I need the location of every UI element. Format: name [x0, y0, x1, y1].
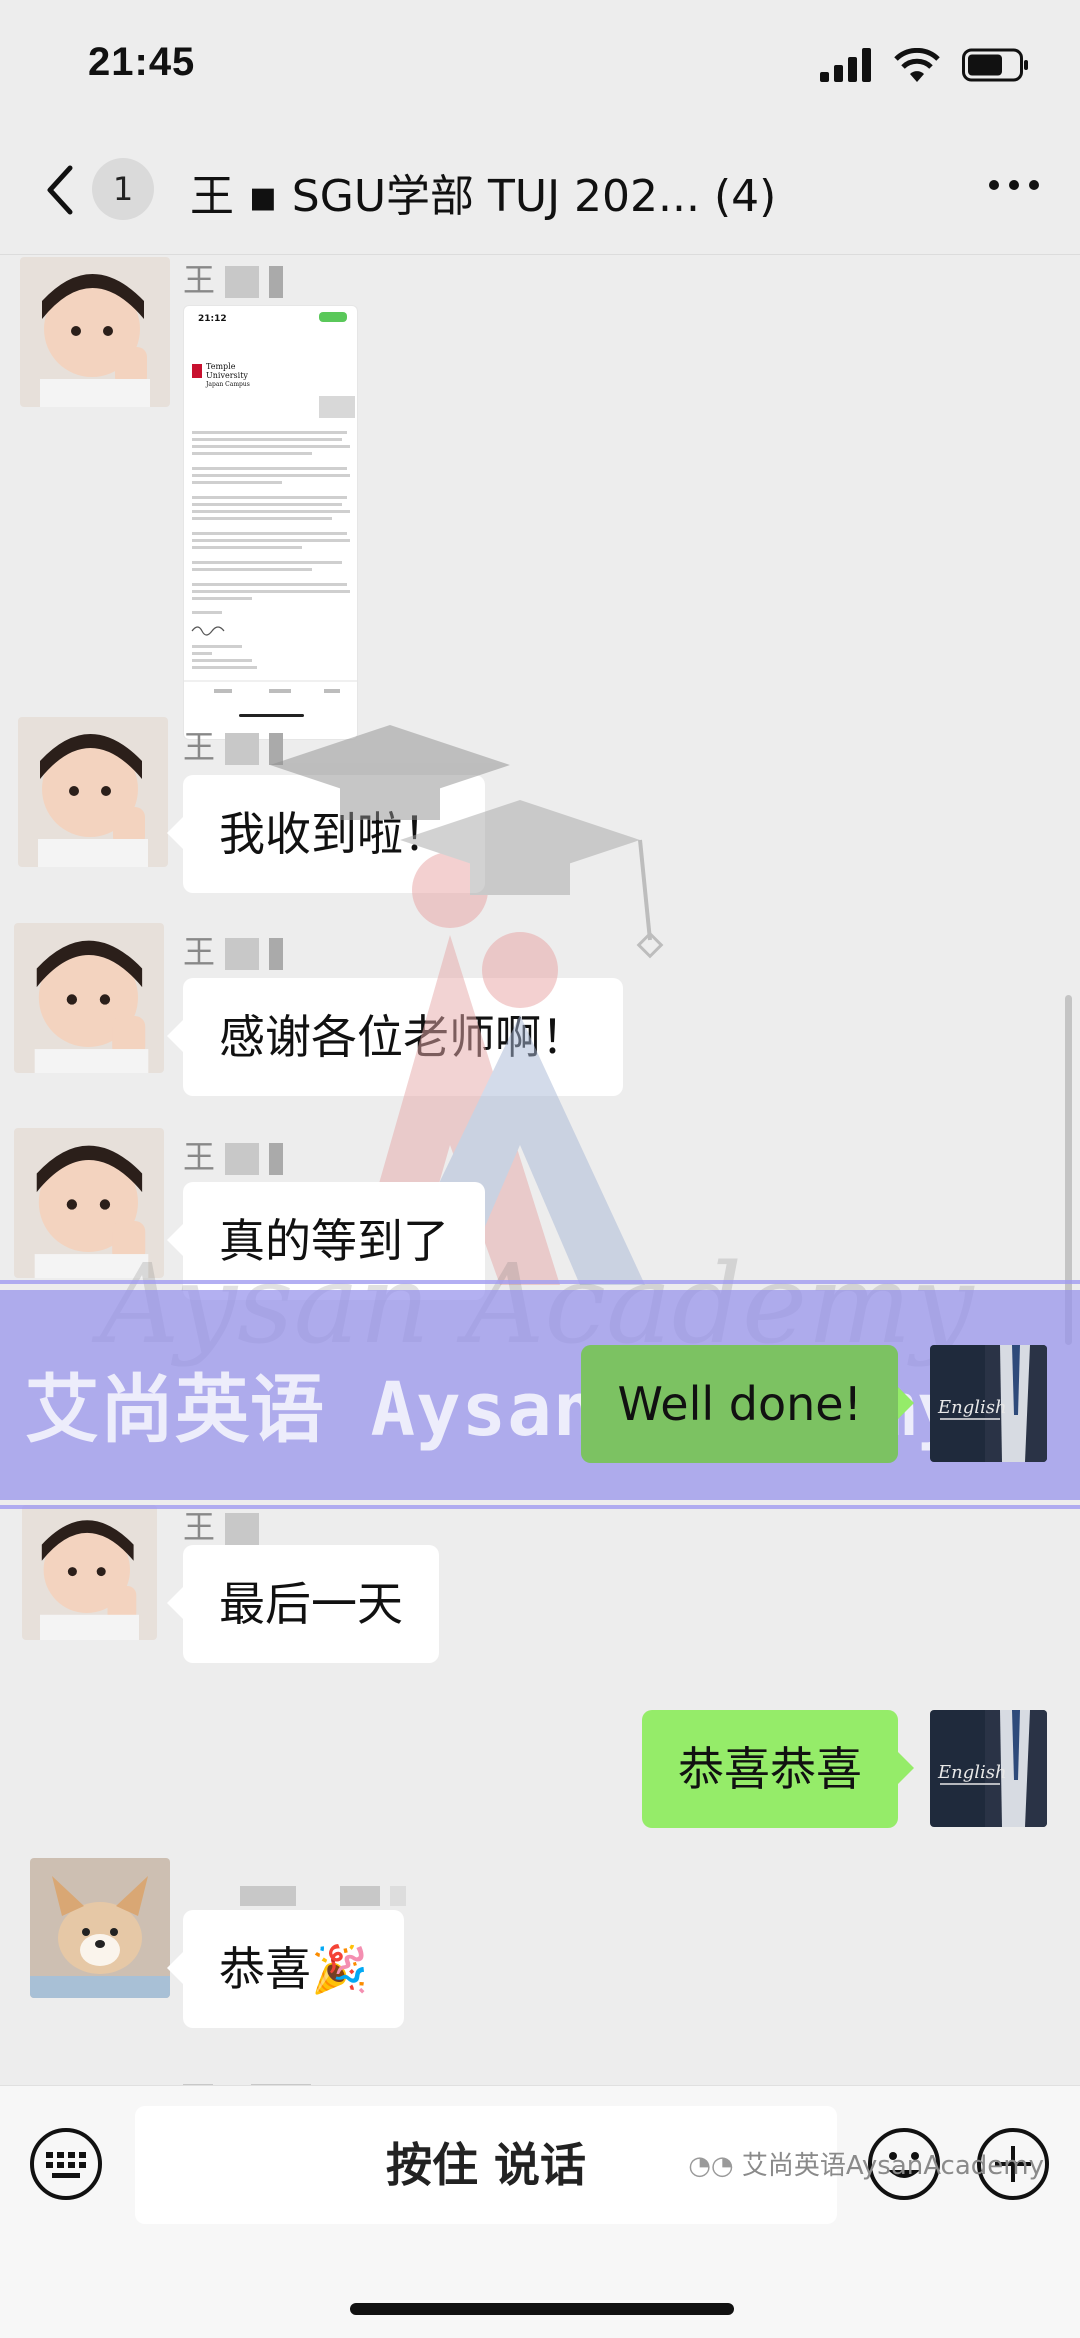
input-bar: 按住 说话 — [0, 2085, 1080, 2338]
svg-text:English: English — [937, 1762, 1007, 1783]
status-icons — [820, 48, 1030, 82]
wechat-icon: ◔◔ — [688, 2151, 742, 2181]
sender-name: 王 — [183, 722, 284, 768]
child-avatar-icon — [14, 923, 164, 1073]
avatar[interactable] — [20, 257, 170, 407]
message-bubble[interactable]: 最后一天 — [167, 1545, 439, 1663]
avatar-overlay[interactable]: English — [930, 1345, 1047, 1462]
child-avatar-icon — [20, 257, 170, 407]
source-watermark: ◔◔ 艾尚英语AysanAcademy — [688, 2151, 1044, 2181]
status-time: 21:45 — [88, 40, 196, 84]
image-message[interactable]: 21:12 Temple University Japan Campus — [183, 305, 358, 740]
home-indicator[interactable] — [350, 2303, 734, 2315]
child-avatar-icon — [22, 1505, 157, 1640]
message-bubble-overlay[interactable]: Well done! — [581, 1345, 914, 1463]
chat-title: 王 ▪ SGU学部 TUJ 202... (4) — [190, 171, 777, 222]
status-bar: 21:45 — [0, 0, 1080, 130]
child-avatar-icon — [18, 717, 168, 867]
avatar[interactable] — [22, 1505, 157, 1640]
sender-name: 王 — [183, 255, 284, 301]
more-icon[interactable] — [984, 170, 1044, 200]
english-chalk-avatar-icon: English — [930, 1710, 1047, 1827]
signal-icon — [820, 48, 871, 82]
back-icon[interactable] — [38, 160, 88, 220]
battery-icon — [962, 48, 1028, 82]
avatar[interactable] — [30, 1858, 170, 1998]
unread-count-badge[interactable]: 1 — [92, 158, 154, 220]
keyboard-icon[interactable] — [28, 2126, 104, 2202]
sender-name — [240, 1875, 407, 1913]
preview-time: 21:12 — [198, 314, 227, 324]
sender-name: 王 — [183, 927, 284, 973]
temple-logo-icon — [192, 364, 202, 378]
nav-bar: 1 王 ▪ SGU学部 TUJ 202... (4) — [0, 130, 1080, 255]
message-list[interactable]: 王 21:12 Temple University Japan Campus 王… — [0, 255, 1080, 2085]
sender-name — [183, 2070, 312, 2085]
avatar[interactable]: English — [930, 1710, 1047, 1827]
avatar[interactable] — [18, 717, 168, 867]
letter-text-lines — [184, 431, 357, 717]
wifi-icon — [894, 48, 940, 82]
svg-text:English: English — [937, 1397, 1007, 1418]
message-bubble[interactable]: 恭喜恭喜 — [642, 1710, 914, 1828]
message-bubble[interactable]: 恭喜🎉 — [166, 1910, 405, 2028]
corgi-avatar-icon — [30, 1858, 170, 1998]
avatar[interactable] — [14, 923, 164, 1073]
english-chalk-avatar-icon: English — [930, 1345, 1047, 1462]
sender-name: 王 — [183, 1132, 284, 1178]
